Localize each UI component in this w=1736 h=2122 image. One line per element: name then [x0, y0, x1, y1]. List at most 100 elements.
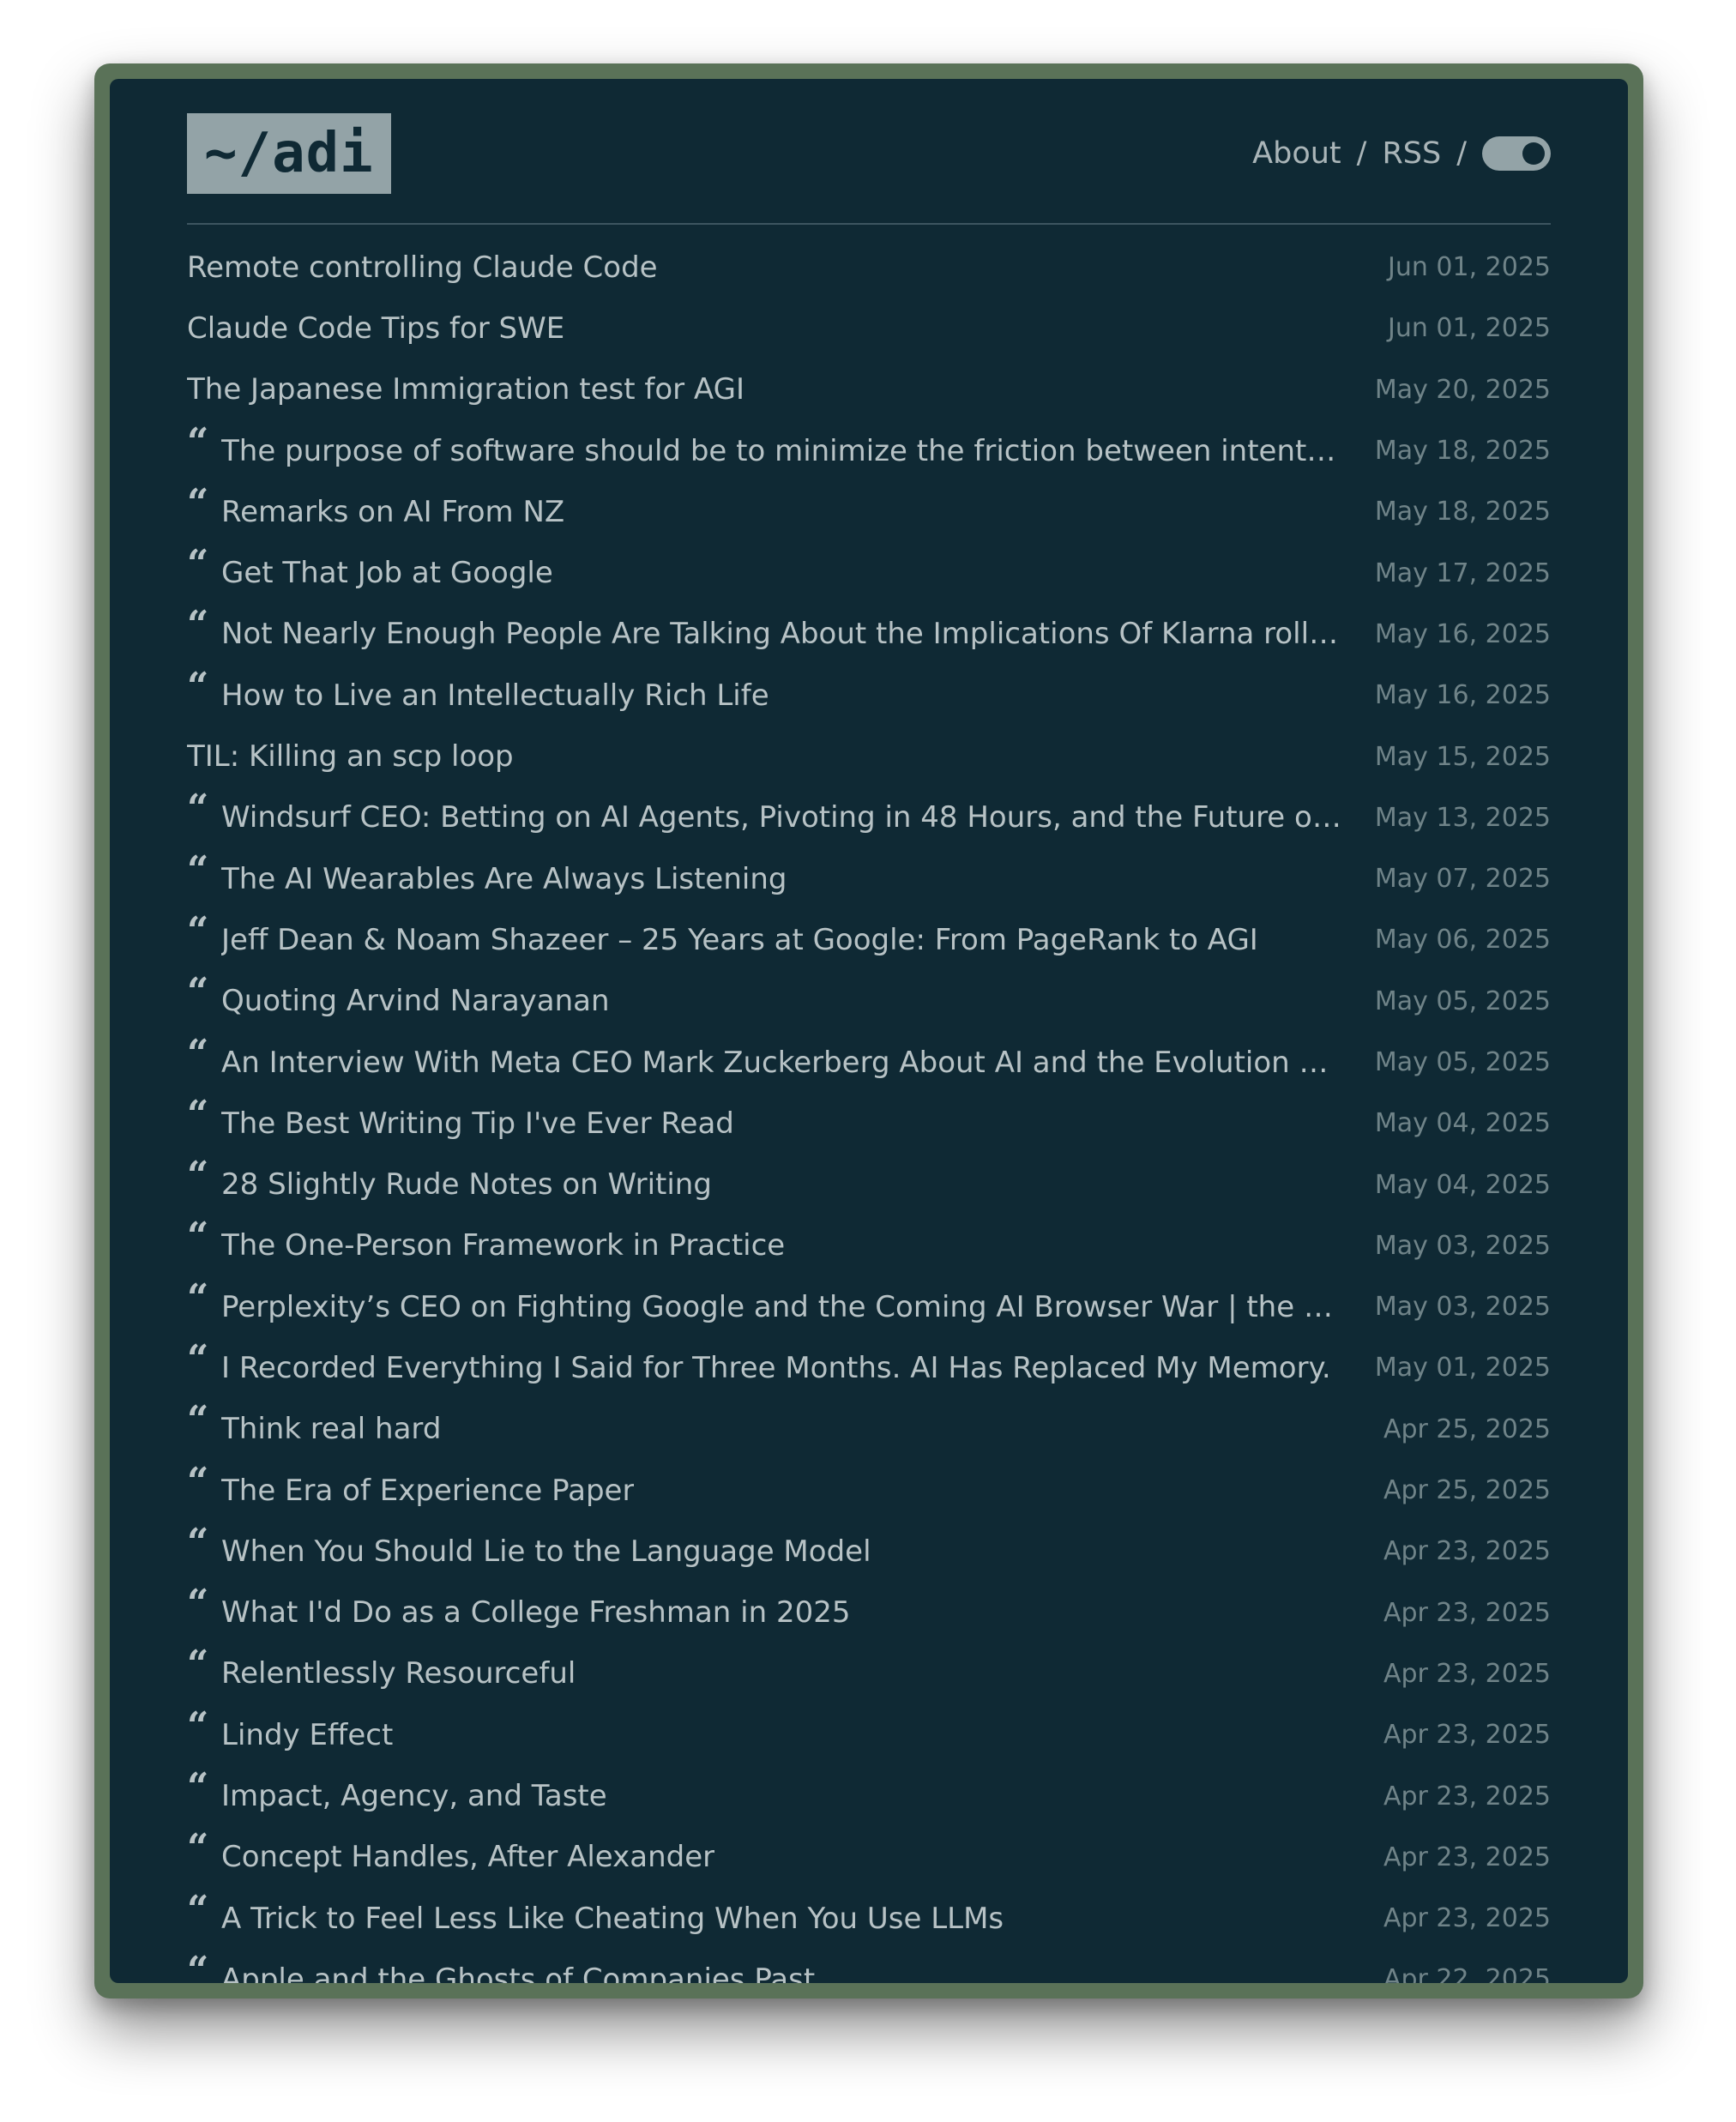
post-title-wrap: “Think real hard — [187, 1402, 1383, 1448]
nav-separator: / — [1456, 136, 1467, 171]
post-date: May 04, 2025 — [1374, 1169, 1551, 1200]
post-row: “ The Best Writing Tip I've Ever Read May … — [187, 1093, 1551, 1154]
post-date: Apr 25, 2025 — [1383, 1414, 1551, 1444]
post-row: “Quoting Arvind Narayanan May 05, 2025 — [187, 971, 1551, 1032]
quote-icon: “ — [187, 1459, 209, 1504]
post-title-link[interactable]: The purpose of software should be to min… — [221, 434, 1344, 468]
post-title-link[interactable]: I Recorded Everything I Said for Three M… — [221, 1351, 1331, 1385]
post-row: “ Not Nearly Enough People Are Talking Ab… — [187, 604, 1551, 665]
post-date: Jun 01, 2025 — [1387, 252, 1551, 283]
quote-icon: “ — [187, 787, 209, 831]
post-date: Apr 23, 2025 — [1383, 1536, 1551, 1567]
post-date: Apr 23, 2025 — [1383, 1658, 1551, 1689]
site-header: ~/adi About / RSS / — [187, 113, 1551, 194]
post-row: “ What I'd Do as a College Freshman in 20… — [187, 1582, 1551, 1643]
quote-icon: “ — [187, 1154, 209, 1198]
post-title-link[interactable]: Relentlessly Resourceful — [221, 1656, 576, 1691]
post-title-link[interactable]: Apple and the Ghosts of Companies Past — [221, 1962, 815, 1983]
post-date: May 05, 2025 — [1374, 986, 1551, 1016]
post-date: May 20, 2025 — [1374, 374, 1551, 405]
post-title-link[interactable]: Get That Job at Google — [221, 556, 553, 590]
post-title-wrap: “ 28 Slightly Rude Notes on Writing — [187, 1157, 1375, 1203]
post-row: The Japanese Immigration test for AGI May… — [187, 359, 1551, 420]
post-title-link[interactable]: The Era of Experience Paper — [221, 1474, 634, 1508]
theme-toggle[interactable] — [1482, 136, 1551, 171]
post-row: “Get That Job at Google May 17, 2025 — [187, 542, 1551, 603]
post-title-link[interactable]: Not Nearly Enough People Are Talking Abo… — [221, 617, 1344, 651]
post-title-wrap: “ An Interview With Meta CEO Mark Zuckerb… — [187, 1034, 1375, 1082]
post-title-link[interactable]: Concept Handles, After Alexander — [221, 1840, 714, 1874]
post-date: May 17, 2025 — [1374, 558, 1551, 588]
post-row: “Think real hard Apr 25, 2025 — [187, 1399, 1551, 1460]
post-title-wrap: “Concept Handles, After Alexander — [187, 1830, 1383, 1876]
post-row: “Remarks on AI From NZ May 18, 2025 — [187, 481, 1551, 542]
post-title-wrap: “ The Best Writing Tip I've Ever Read — [187, 1095, 1375, 1142]
post-title-wrap: “Get That Job at Google — [187, 546, 1375, 592]
post-title-link[interactable]: Windsurf CEO: Betting on AI Agents, Pivo… — [221, 800, 1344, 835]
page-content: ~/adi About / RSS / Remote controlling C… — [187, 113, 1551, 1983]
quote-icon: “ — [187, 1703, 209, 1748]
post-title-wrap: “Quoting Arvind Narayanan — [187, 974, 1375, 1020]
post-date: May 07, 2025 — [1374, 864, 1551, 895]
post-date: May 06, 2025 — [1374, 925, 1551, 956]
post-title-link[interactable]: What I'd Do as a College Freshman in 202… — [221, 1595, 851, 1630]
post-row: “ The purpose of software should be to mi… — [187, 420, 1551, 481]
post-title-link[interactable]: Impact, Agency, and Taste — [221, 1779, 607, 1813]
quote-icon: “ — [187, 1215, 209, 1259]
post-date: May 16, 2025 — [1374, 618, 1551, 649]
post-title-wrap: “ How to Live an Intellectually Rich Life — [187, 667, 1375, 714]
post-title-link[interactable]: Remote controlling Claude Code — [187, 250, 658, 285]
post-title-link[interactable]: Remarks on AI From NZ — [221, 495, 564, 529]
post-title-link[interactable]: When You Should Lie to the Language Mode… — [221, 1534, 871, 1569]
toggle-knob — [1522, 142, 1545, 165]
post-row: “ An Interview With Meta CEO Mark Zuckerb… — [187, 1032, 1551, 1093]
post-list: Remote controlling Claude Code Jun 01, 20… — [187, 237, 1551, 1983]
quote-icon: “ — [187, 419, 209, 464]
nav-rss-link[interactable]: RSS — [1382, 136, 1441, 171]
quote-icon: “ — [187, 1948, 209, 1983]
post-title-link[interactable]: How to Live an Intellectually Rich Life — [221, 678, 769, 713]
post-row: “ I Recorded Everything I Said for Three … — [187, 1337, 1551, 1398]
quote-icon: “ — [187, 970, 209, 1015]
post-title-link[interactable]: Think real hard — [221, 1412, 441, 1446]
post-title-link[interactable]: An Interview With Meta CEO Mark Zuckerbe… — [221, 1046, 1344, 1080]
post-title-link[interactable]: The One-Person Framework in Practice — [221, 1228, 785, 1263]
post-title-wrap: “The AI Wearables Are Always Listening — [187, 851, 1375, 898]
post-title-link[interactable]: Perplexity’s CEO on Fighting Google and … — [221, 1290, 1344, 1324]
post-title-link[interactable]: Quoting Arvind Narayanan — [221, 984, 610, 1018]
post-row: “ When You Should Lie to the Language Mod… — [187, 1521, 1551, 1582]
post-title-link[interactable]: The AI Wearables Are Always Listening — [221, 862, 787, 896]
post-title-link[interactable]: 28 Slightly Rude Notes on Writing — [221, 1167, 712, 1202]
post-row: “Impact, Agency, and Taste Apr 23, 2025 — [187, 1765, 1551, 1826]
post-title-link[interactable]: Lindy Effect — [221, 1718, 393, 1752]
site-logo[interactable]: ~/adi — [187, 113, 391, 194]
post-title-link[interactable]: TIL: Killing an scp loop — [187, 739, 514, 774]
post-date: May 15, 2025 — [1374, 741, 1551, 772]
post-title-wrap: “I Recorded Everything I Said for Three … — [187, 1340, 1375, 1387]
nav-about-link[interactable]: About — [1252, 136, 1341, 171]
post-row: “ 28 Slightly Rude Notes on Writing May 04… — [187, 1154, 1551, 1215]
quote-icon: “ — [187, 1275, 209, 1320]
quote-icon: “ — [187, 664, 209, 708]
quote-icon: “ — [187, 1643, 209, 1687]
post-date: Apr 23, 2025 — [1383, 1781, 1551, 1812]
post-title-link[interactable]: Jeff Dean & Noam Shazeer – 25 Years at G… — [221, 923, 1258, 957]
post-date: May 18, 2025 — [1374, 497, 1551, 527]
post-title-link[interactable]: A Trick to Feel Less Like Cheating When … — [221, 1902, 1004, 1936]
post-row: “ The One-Person Framework in Practice May… — [187, 1215, 1551, 1276]
post-date: May 16, 2025 — [1374, 680, 1551, 711]
post-date: Apr 23, 2025 — [1383, 1597, 1551, 1628]
quote-icon: “ — [187, 1582, 209, 1626]
post-row: “ The Era of Experience Paper Apr 25, 2025 — [187, 1460, 1551, 1521]
post-title-link[interactable]: Claude Code Tips for SWE — [187, 311, 564, 346]
post-title-link[interactable]: The Best Writing Tip I've Ever Read — [221, 1106, 734, 1141]
quote-icon: “ — [187, 1826, 209, 1871]
post-title-wrap: “Lindy Effect — [187, 1707, 1383, 1754]
post-row: “ How to Live an Intellectually Rich Life… — [187, 665, 1551, 726]
post-title-wrap: TIL: Killing an scp loop — [187, 739, 1375, 774]
quote-icon: “ — [187, 1398, 209, 1443]
post-title-link[interactable]: The Japanese Immigration test for AGI — [187, 372, 744, 407]
post-title-wrap: “ The One-Person Framework in Practice — [187, 1218, 1375, 1264]
post-title-wrap: “ Windsurf CEO: Betting on AI Agents, Piv… — [187, 790, 1375, 836]
site-nav: About / RSS / — [1252, 136, 1551, 171]
